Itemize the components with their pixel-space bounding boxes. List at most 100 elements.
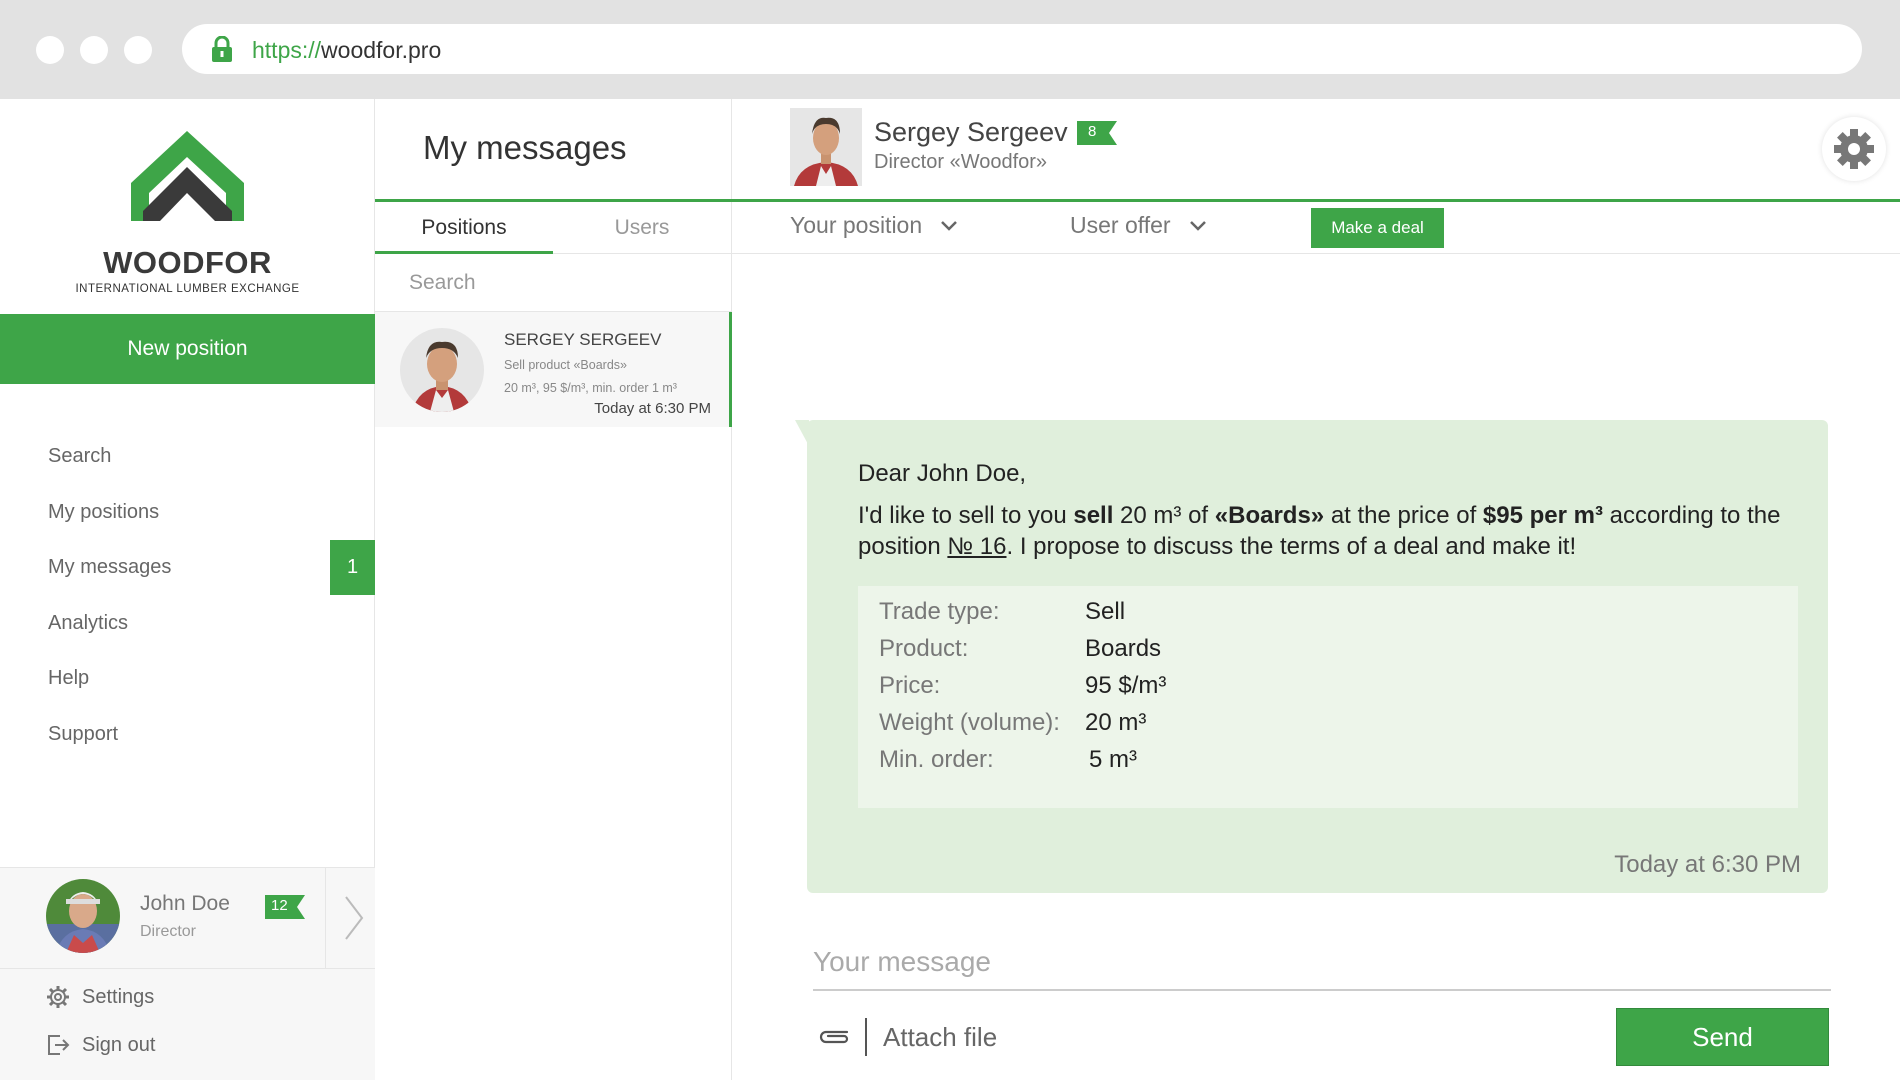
message-time: Today at 6:30 PM — [1614, 851, 1801, 878]
account-menu: Settings Sign out — [0, 969, 375, 1080]
detail-label: Trade type: — [879, 598, 1000, 625]
url-host: woodfor.pro — [321, 37, 442, 63]
sidebar-item-help[interactable]: Help — [0, 651, 375, 707]
detail-value: 20 m³ — [1085, 709, 1147, 736]
message-text: 20 m³ of — [1113, 502, 1215, 529]
sidebar-item-support[interactable]: Support — [0, 707, 375, 763]
current-user-card[interactable]: John Doe Director 12 — [0, 867, 375, 969]
logo-subtitle: INTERNATIONAL LUMBER EXCHANGE — [75, 283, 300, 295]
contact-role: Director «Woodfor» — [874, 151, 1048, 173]
user-name: John Doe — [140, 892, 230, 915]
tab-users[interactable]: Users — [553, 202, 731, 254]
message-emphasis: sell — [1073, 502, 1114, 529]
your-position-label: Your position — [790, 212, 923, 238]
sidebar-item-label: Search — [48, 445, 112, 467]
chevron-down-icon — [941, 220, 958, 231]
rating-badge: 8 — [1077, 121, 1117, 145]
gear-icon — [47, 986, 69, 1008]
user-offer-label: User offer — [1070, 212, 1171, 238]
sidebar-item-search[interactable]: Search — [0, 429, 375, 485]
sign-out-label: Sign out — [82, 1033, 156, 1056]
divider — [325, 868, 326, 968]
chat-settings-button[interactable] — [1822, 117, 1886, 181]
contact-name: Sergey Sergeev — [874, 117, 1068, 147]
chevron-down-icon — [1189, 220, 1206, 231]
tab-positions[interactable]: Positions — [375, 202, 553, 254]
sidebar-item-label: My positions — [48, 500, 160, 523]
deal-toolbar: Your position User offer Make a deal — [732, 199, 1900, 254]
new-position-button[interactable]: New position — [0, 314, 375, 384]
unread-badge: 1 — [330, 540, 375, 595]
conversation-name: SERGEY SERGEEV — [504, 330, 662, 349]
message-text: . I propose to discuss the terms of a de… — [1006, 533, 1577, 560]
address-bar[interactable]: https://woodfor.pro — [182, 24, 1862, 74]
sidebar-item-label: Analytics — [48, 611, 129, 634]
conversation-time: Today at 6:30 PM — [594, 400, 711, 417]
detail-label: Weight (volume): — [879, 709, 1060, 736]
contact-rating: 8 — [1088, 123, 1097, 140]
page-title: My messages — [423, 129, 627, 166]
settings-label: Settings — [82, 985, 155, 1008]
browser-toolbar: https://woodfor.pro — [0, 0, 1900, 99]
detail-value: Boards — [1085, 635, 1162, 662]
conversation-preview-product: Sell product «Boards» — [504, 358, 627, 372]
avatar — [46, 879, 120, 953]
your-position-dropdown[interactable]: Your position — [790, 212, 958, 239]
sidebar-item-my-messages[interactable]: My messages 1 — [0, 540, 375, 596]
user-role: Director — [140, 923, 197, 940]
conversation-preview-terms: 20 m³, 95 $/m³, min. order 1 m³ — [504, 381, 677, 395]
window-minimize-dot[interactable] — [80, 36, 108, 64]
avatar — [790, 108, 862, 186]
attach-file-label: Attach file — [883, 1021, 998, 1052]
message-input[interactable] — [813, 935, 1831, 989]
make-deal-button[interactable]: Make a deal — [1311, 208, 1444, 248]
conversation-search — [375, 254, 732, 312]
woodfor-logo[interactable]: WOODFOR INTERNATIONAL LUMBER EXCHANGE — [0, 121, 375, 301]
offer-details-table: Trade type: Sell Product: Boards Price: … — [858, 586, 1798, 808]
rating-badge: 12 — [265, 895, 305, 919]
settings-link[interactable]: Settings — [46, 985, 154, 1009]
search-input[interactable] — [375, 254, 732, 311]
paperclip-icon — [819, 1030, 849, 1044]
message-text: at the price of — [1324, 502, 1483, 529]
sidebar-item-my-positions[interactable]: My positions — [0, 485, 375, 541]
url-protocol: https:// — [252, 37, 322, 63]
window-close-dot[interactable] — [36, 36, 64, 64]
message-text: I'd like to sell to you — [858, 502, 1074, 529]
user-rating: 12 — [271, 897, 288, 914]
sidebar-item-label: Help — [48, 667, 90, 689]
divider — [865, 1018, 867, 1056]
window-maximize-dot[interactable] — [124, 36, 152, 64]
message-emphasis: «Boards» — [1214, 502, 1325, 529]
sign-out-link[interactable]: Sign out — [46, 1033, 155, 1057]
sidebar-item-label: Support — [48, 722, 119, 745]
sidebar: WOODFOR INTERNATIONAL LUMBER EXCHANGE Ne… — [0, 99, 375, 1080]
position-link[interactable]: № 16 — [947, 533, 1006, 560]
message-body: I'd like to sell to you sell 20 m³ of «B… — [858, 500, 1788, 562]
detail-value: Sell — [1085, 598, 1126, 625]
send-button[interactable]: Send — [1616, 1008, 1829, 1066]
detail-value: 95 $/m³ — [1085, 672, 1167, 699]
gear-icon — [1834, 129, 1874, 169]
detail-value: 5 m³ — [1089, 746, 1137, 773]
logo-roof-icon — [131, 131, 244, 221]
message-greeting: Dear John Doe, — [858, 460, 1027, 487]
conversation-tabs: Positions Users — [375, 199, 732, 254]
detail-label: Min. order: — [879, 746, 994, 773]
list-item[interactable]: SERGEY SERGEEV Sell product «Boards» 20 … — [375, 312, 732, 427]
user-offer-dropdown[interactable]: User offer — [1070, 212, 1207, 239]
conversations-panel: My messages Positions Users SERGEY SERGE… — [375, 99, 732, 1080]
sidebar-item-analytics[interactable]: Analytics — [0, 596, 375, 652]
lock-icon — [212, 36, 232, 62]
message-composer — [813, 935, 1831, 991]
chevron-right-icon[interactable] — [338, 893, 368, 943]
sign-out-icon — [48, 1035, 70, 1055]
url-text: https://woodfor.pro — [252, 37, 441, 64]
message-bubble: Dear John Doe, I'd like to sell to you s… — [807, 420, 1828, 893]
avatar — [400, 328, 484, 412]
logo-text: WOODFOR — [103, 245, 272, 280]
sidebar-nav: Search My positions My messages 1 Analyti… — [0, 429, 375, 762]
attach-file-button[interactable]: Attach file — [817, 1017, 997, 1057]
detail-label: Product: — [879, 635, 969, 662]
message-emphasis: $95 per m³ — [1482, 502, 1603, 529]
